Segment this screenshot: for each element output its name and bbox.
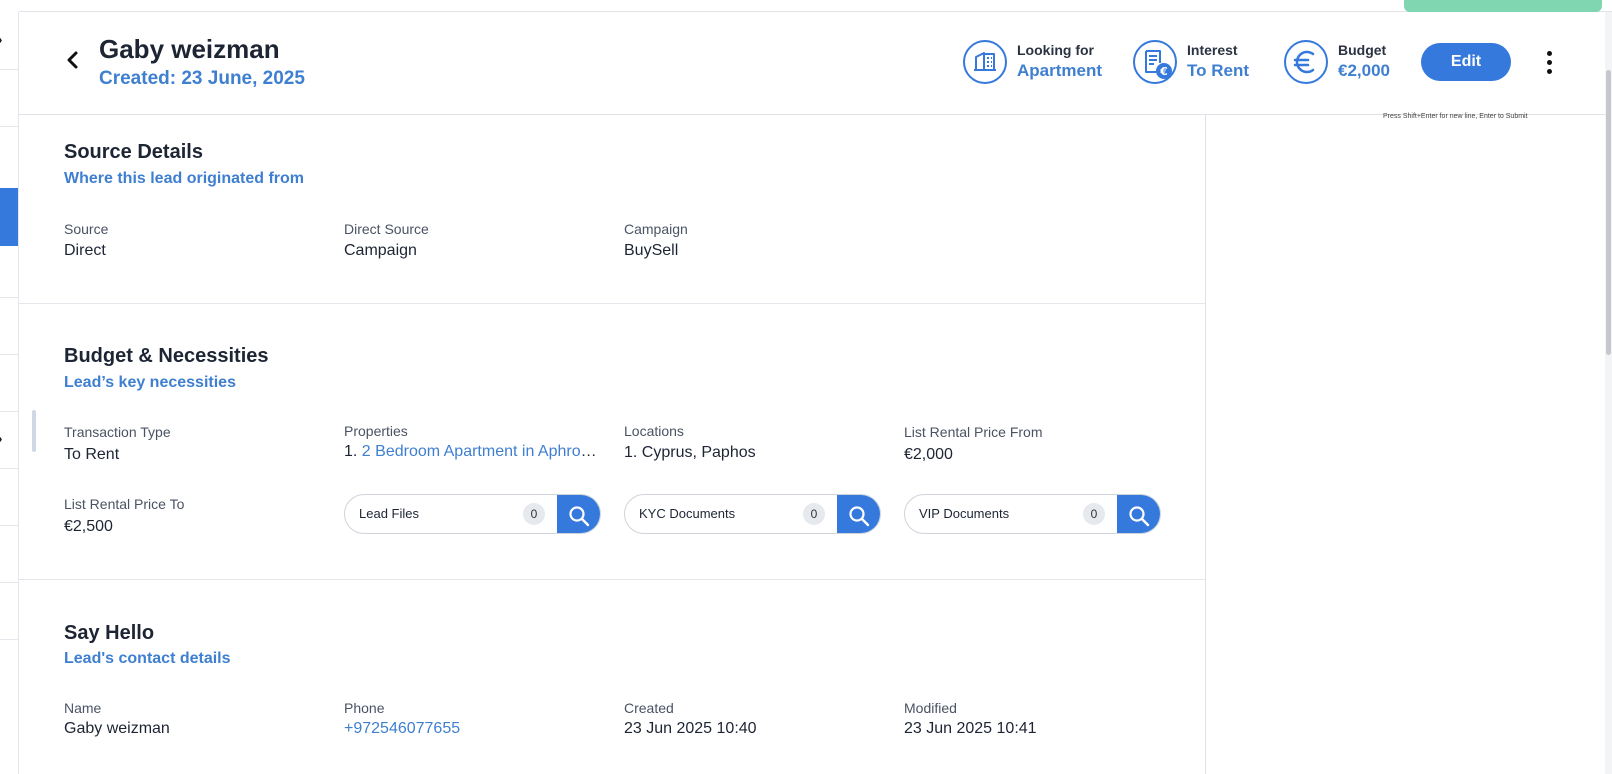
price-to-value: €2,500 — [64, 518, 113, 535]
vip-documents-search-button[interactable] — [1117, 495, 1160, 533]
chevron-left-icon — [67, 51, 78, 69]
lead-files-search[interactable]: Lead Files 0 — [344, 494, 601, 534]
phone-link[interactable]: +972546077655 — [344, 720, 460, 738]
stat-value: €2,000 — [1338, 61, 1390, 80]
input-hint-text: Press Shift+Enter for new line, Enter to… — [1383, 113, 1528, 120]
edit-button[interactable]: Edit — [1421, 43, 1511, 81]
kyc-documents-search[interactable]: KYC Documents 0 — [624, 494, 881, 534]
lead-header: Gaby weizman Created: 23 June, 2025 Look… — [19, 12, 1605, 115]
stat-value: To Rent — [1187, 61, 1250, 80]
say-hello-subtitle: Lead's contact details — [64, 650, 231, 667]
rail-divider — [0, 639, 18, 640]
property-link[interactable]: 2 Bedroom Apartment in Aphrodite Hills — [362, 443, 600, 460]
section-divider — [19, 579, 1205, 580]
search-icon — [1129, 506, 1150, 527]
toast-notification-edge — [1404, 0, 1602, 12]
rail-active-item[interactable] — [0, 188, 18, 246]
budget-necessities-title: Budget & Necessities — [64, 345, 269, 367]
stat-value: Apartment — [1017, 61, 1103, 80]
more-options-icon[interactable] — [1543, 51, 1555, 77]
created-label: Created — [624, 700, 674, 716]
kyc-documents-label: KYC Documents — [639, 506, 736, 521]
rail-divider — [0, 69, 18, 70]
price-to-label: List Rental Price To — [64, 496, 185, 512]
rail-divider — [0, 297, 18, 298]
say-hello-title: Say Hello — [64, 622, 155, 644]
stat-label: Looking for — [1017, 42, 1094, 58]
locations-label: Locations — [624, 423, 684, 439]
rail-chevron-icon[interactable]: › — [0, 33, 8, 47]
stat-label: Interest — [1187, 42, 1238, 58]
transaction-type-label: Transaction Type — [64, 424, 171, 440]
rail-divider — [0, 354, 18, 355]
euro-icon — [1284, 40, 1328, 84]
rent-document-icon: € — [1133, 40, 1177, 84]
source-value: Direct — [64, 242, 106, 259]
search-icon — [569, 506, 590, 527]
created-value: 23 Jun 2025 10:40 — [624, 720, 757, 737]
lead-files-count-badge: 0 — [523, 503, 545, 525]
vip-documents-label: VIP Documents — [919, 506, 1010, 521]
properties-label: Properties — [344, 423, 408, 439]
rail-divider — [0, 126, 18, 127]
price-from-label: List Rental Price From — [904, 424, 1043, 440]
svg-text:€: € — [1159, 65, 1168, 78]
source-details-subtitle: Where this lead originated from — [64, 170, 305, 187]
source-details-title: Source Details — [64, 141, 203, 163]
kyc-documents-count-badge: 0 — [803, 503, 825, 525]
vip-documents-count-badge: 0 — [1083, 503, 1105, 525]
section-indicator — [32, 410, 36, 452]
lead-created-date: Created: 23 June, 2025 — [99, 68, 305, 89]
budget-necessities-subtitle: Lead’s key necessities — [64, 374, 236, 391]
building-icon — [963, 40, 1007, 84]
rail-divider — [0, 525, 18, 526]
locations-value: 1. Cyprus, Paphos — [624, 444, 756, 461]
kyc-documents-search-button[interactable] — [837, 495, 880, 533]
right-side-panel — [1205, 115, 1605, 774]
vip-documents-search[interactable]: VIP Documents 0 — [904, 494, 1161, 534]
lead-name-title: Gaby weizman — [99, 34, 280, 64]
campaign-label: Campaign — [624, 221, 688, 237]
rail-chevron-icon[interactable]: › — [0, 432, 8, 446]
left-sidebar-rail: › › — [0, 12, 19, 774]
phone-label: Phone — [344, 700, 385, 716]
transaction-type-value: To Rent — [64, 446, 120, 463]
lead-files-label: Lead Files — [359, 506, 419, 521]
direct-source-label: Direct Source — [344, 221, 429, 237]
modified-value: 23 Jun 2025 10:41 — [904, 720, 1037, 737]
price-from-value: €2,000 — [904, 446, 953, 463]
rail-divider — [0, 411, 18, 412]
rail-divider — [0, 582, 18, 583]
search-icon — [849, 506, 870, 527]
name-label: Name — [64, 700, 102, 716]
campaign-value: BuySell — [624, 242, 679, 259]
rail-divider — [0, 468, 18, 469]
direct-source-value: Campaign — [344, 242, 417, 259]
properties-value: 1. 2 Bedroom Apartment in Aphrodite Hill… — [344, 443, 600, 461]
back-button[interactable] — [63, 48, 83, 72]
property-index: 1. — [344, 443, 358, 460]
section-divider — [19, 303, 1205, 304]
scrollbar-thumb[interactable] — [1606, 70, 1611, 355]
name-value: Gaby weizman — [64, 720, 170, 737]
stat-label: Budget — [1338, 42, 1387, 58]
source-label: Source — [64, 221, 109, 237]
modified-label: Modified — [904, 700, 957, 716]
lead-details-page: › › Gaby weizman Created: 23 June, 2025 … — [0, 0, 1612, 774]
lead-files-search-button[interactable] — [557, 495, 600, 533]
